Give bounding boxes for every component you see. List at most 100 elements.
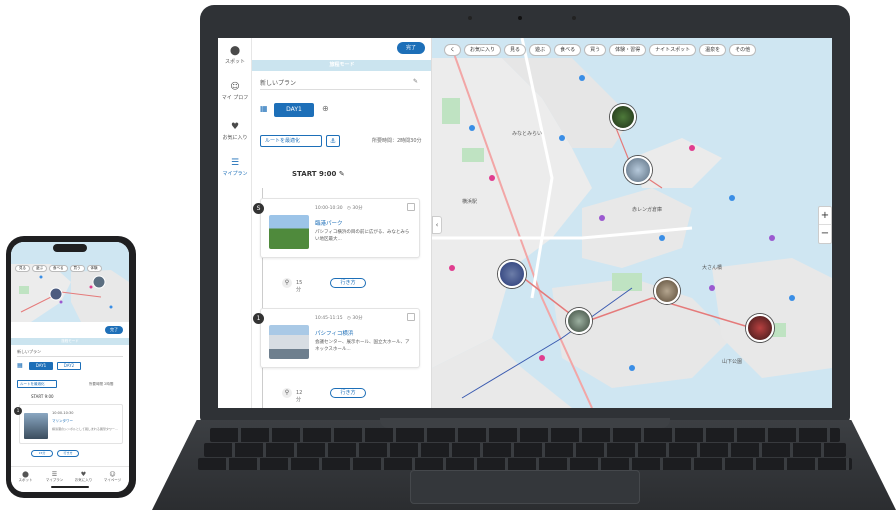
spot-name[interactable]: マリンタワー: [52, 419, 73, 424]
spot-thumbnail: [24, 413, 48, 439]
map-label: みなとみらい: [512, 131, 543, 137]
chip-play[interactable]: 遊ぶ: [32, 265, 47, 272]
spot-time: 10:45-11:15 ◷ 30分: [315, 316, 363, 321]
phone-tab-spot[interactable]: ⬤ スポット: [11, 471, 40, 483]
spot-card[interactable]: S 10:00-10:30 ◷ 30分 臨港パーク パシフィコ横浜の目の前に広が…: [253, 198, 420, 258]
map-view[interactable]: みなとみらい 赤レンガ倉庫 大さん橋 山下公園 横浜駅: [432, 38, 832, 408]
spot-description: パシフィコ横浜の目の前に広がる、みなとみらい地区最大...: [315, 230, 410, 242]
phone-done-button[interactable]: 完了: [105, 326, 123, 334]
map-photo-marker[interactable]: [566, 308, 592, 334]
phone-tab-day2[interactable]: DAY2: [57, 362, 81, 370]
spot-number: 1: [14, 407, 22, 415]
phone-tab-myplan[interactable]: ☰ マイプラン: [40, 471, 69, 483]
phone-start-time[interactable]: START 9:00: [31, 394, 54, 399]
chip-onsen[interactable]: 温泉を: [699, 44, 727, 56]
keyboard-row: [198, 458, 852, 470]
category-chips: くお気に入り 見る 遊ぶ 食べる 買う 体験・習得 ナイトスポット 温泉を その他: [444, 44, 759, 58]
chip-see[interactable]: 見る: [504, 44, 527, 56]
list-icon: ☰: [51, 471, 58, 478]
keyboard-row: [204, 443, 846, 457]
spot-checkbox[interactable]: [407, 313, 415, 321]
zoom-control: + −: [818, 206, 832, 244]
chip-eat[interactable]: 食べる: [554, 44, 582, 56]
chip-buy[interactable]: 買う: [584, 44, 607, 56]
map-label: 横浜駅: [462, 199, 478, 205]
chip-buy[interactable]: 買う: [69, 265, 85, 272]
rail-item-spot[interactable]: ⬤ スポット: [218, 46, 252, 65]
device-mockup-scene: ⬤ スポット ☺ マイ プロフ ♥ お気に入り ☰ マイプラン 完了 旅程モード…: [0, 0, 896, 515]
phone-spot-card[interactable]: 1 10:00-10:30 マリンタワー 横浜港のシンボルとして親しまれる展望タ…: [14, 404, 123, 444]
optimize-route-button[interactable]: ルートを最適化: [260, 135, 322, 147]
plan-name-field[interactable]: 新しいプラン ✎: [260, 78, 420, 90]
directions-button[interactable]: 行き方: [330, 278, 366, 288]
map-canvas: [432, 38, 832, 408]
chip-nightspot[interactable]: ナイトスポット: [649, 44, 697, 56]
chip-other[interactable]: その他: [729, 44, 757, 56]
spot-name[interactable]: 臨港パーク: [315, 219, 343, 227]
spot-number: S: [253, 203, 264, 214]
map-photo-marker[interactable]: [746, 314, 774, 342]
webcam-icon: [518, 16, 522, 20]
chip-see[interactable]: 見る: [15, 265, 30, 272]
spot-thumbnail: [269, 215, 309, 249]
phone-move-time: 15分: [31, 450, 53, 457]
pin-icon: ⬤: [229, 46, 241, 56]
zoom-in-button[interactable]: +: [819, 207, 831, 225]
spot-checkbox[interactable]: [407, 203, 415, 211]
phone-tab-day1[interactable]: DAY1: [29, 362, 53, 370]
map-label: 赤レンガ倉庫: [632, 207, 663, 213]
keyboard-row: [210, 428, 840, 442]
laptop-hinge: [380, 418, 670, 428]
rail-label: お気に入り: [222, 135, 248, 141]
calendar-icon[interactable]: ▦: [260, 104, 268, 113]
phone-plan-name[interactable]: 新しいプラン: [17, 349, 123, 357]
map-label: 山下公園: [722, 359, 743, 365]
phone-total-time: 所要時間 2時間: [89, 382, 114, 386]
phone-tab-bar: ⬤ スポット ☰ マイプラン ♥ お気に入り ☺ マイページ: [11, 466, 129, 492]
rail-item-profile[interactable]: ☺ マイ プロフ: [218, 82, 252, 101]
spot-description: 横浜港のシンボルとして親しまれる展望タワー...: [52, 427, 118, 431]
heart-icon: ♥: [230, 122, 240, 132]
pencil-icon[interactable]: ✎: [339, 170, 345, 178]
spot-time: 10:00-10:30: [52, 411, 74, 415]
chip-eat[interactable]: 食べる: [49, 265, 68, 272]
rail-item-myplan[interactable]: ☰ マイプラン: [218, 158, 252, 177]
phone-tab-favorites[interactable]: ♥ お気に入り: [69, 471, 98, 483]
phone-category-chips: 見る 遊ぶ 食べる 買う 体験: [15, 254, 104, 273]
tab-day1[interactable]: DAY1: [274, 103, 314, 117]
rail-label: スポット: [224, 59, 245, 65]
start-time[interactable]: START 9:00 ✎: [292, 170, 345, 178]
collapse-panel-button[interactable]: ‹: [432, 216, 442, 234]
pencil-icon[interactable]: ✎: [413, 78, 418, 85]
chip-back[interactable]: く: [444, 44, 462, 56]
map-photo-marker[interactable]: [624, 156, 652, 184]
chip-favorites[interactable]: お気に入り: [464, 44, 502, 56]
spot-card[interactable]: 1 10:45-11:15 ◷ 30分 パシフィコ横浜 会議センター、展示ホール…: [253, 308, 420, 368]
directions-button[interactable]: 行き方: [330, 388, 366, 398]
done-button[interactable]: 完了: [397, 42, 425, 54]
phone-directions-button[interactable]: 行き方: [57, 450, 79, 457]
spot-number: 1: [253, 313, 264, 324]
map-photo-marker[interactable]: [610, 104, 636, 130]
walk-icon: ⚲: [282, 278, 292, 288]
touchpad: [410, 470, 640, 504]
calendar-icon[interactable]: ▦: [17, 362, 23, 369]
phone-screen: 見る 遊ぶ 食べる 買う 体験 完了 旅程モード 新しいプラン ▦ DAY1 DAY2 …: [11, 242, 129, 492]
phone-tab-mypage[interactable]: ☺ マイページ: [98, 471, 127, 483]
phone-home-indicator: [51, 486, 89, 488]
add-day-icon[interactable]: ⊕: [322, 104, 329, 113]
move-time: 15分: [296, 280, 303, 293]
chip-experience[interactable]: 体験・習得: [609, 44, 647, 56]
list-icon: ☰: [230, 158, 240, 168]
phone-optimize-route-button[interactable]: ルートを最適化: [17, 380, 57, 388]
nav-rail: ⬤ スポット ☺ マイ プロフ ♥ お気に入り ☰ マイプラン: [218, 38, 252, 408]
map-photo-marker[interactable]: [654, 278, 680, 304]
chip-experience[interactable]: 体験: [86, 265, 102, 272]
map-photo-marker[interactable]: [498, 260, 526, 288]
spot-name[interactable]: パシフィコ横浜: [315, 329, 353, 337]
chip-play[interactable]: 遊ぶ: [529, 44, 552, 56]
anchor-icon[interactable]: ⚓: [326, 135, 340, 147]
rail-item-favorites[interactable]: ♥ お気に入り: [218, 122, 252, 141]
zoom-out-button[interactable]: −: [819, 225, 831, 243]
phone-map[interactable]: 見る 遊ぶ 食べる 買う 体験: [11, 242, 129, 322]
